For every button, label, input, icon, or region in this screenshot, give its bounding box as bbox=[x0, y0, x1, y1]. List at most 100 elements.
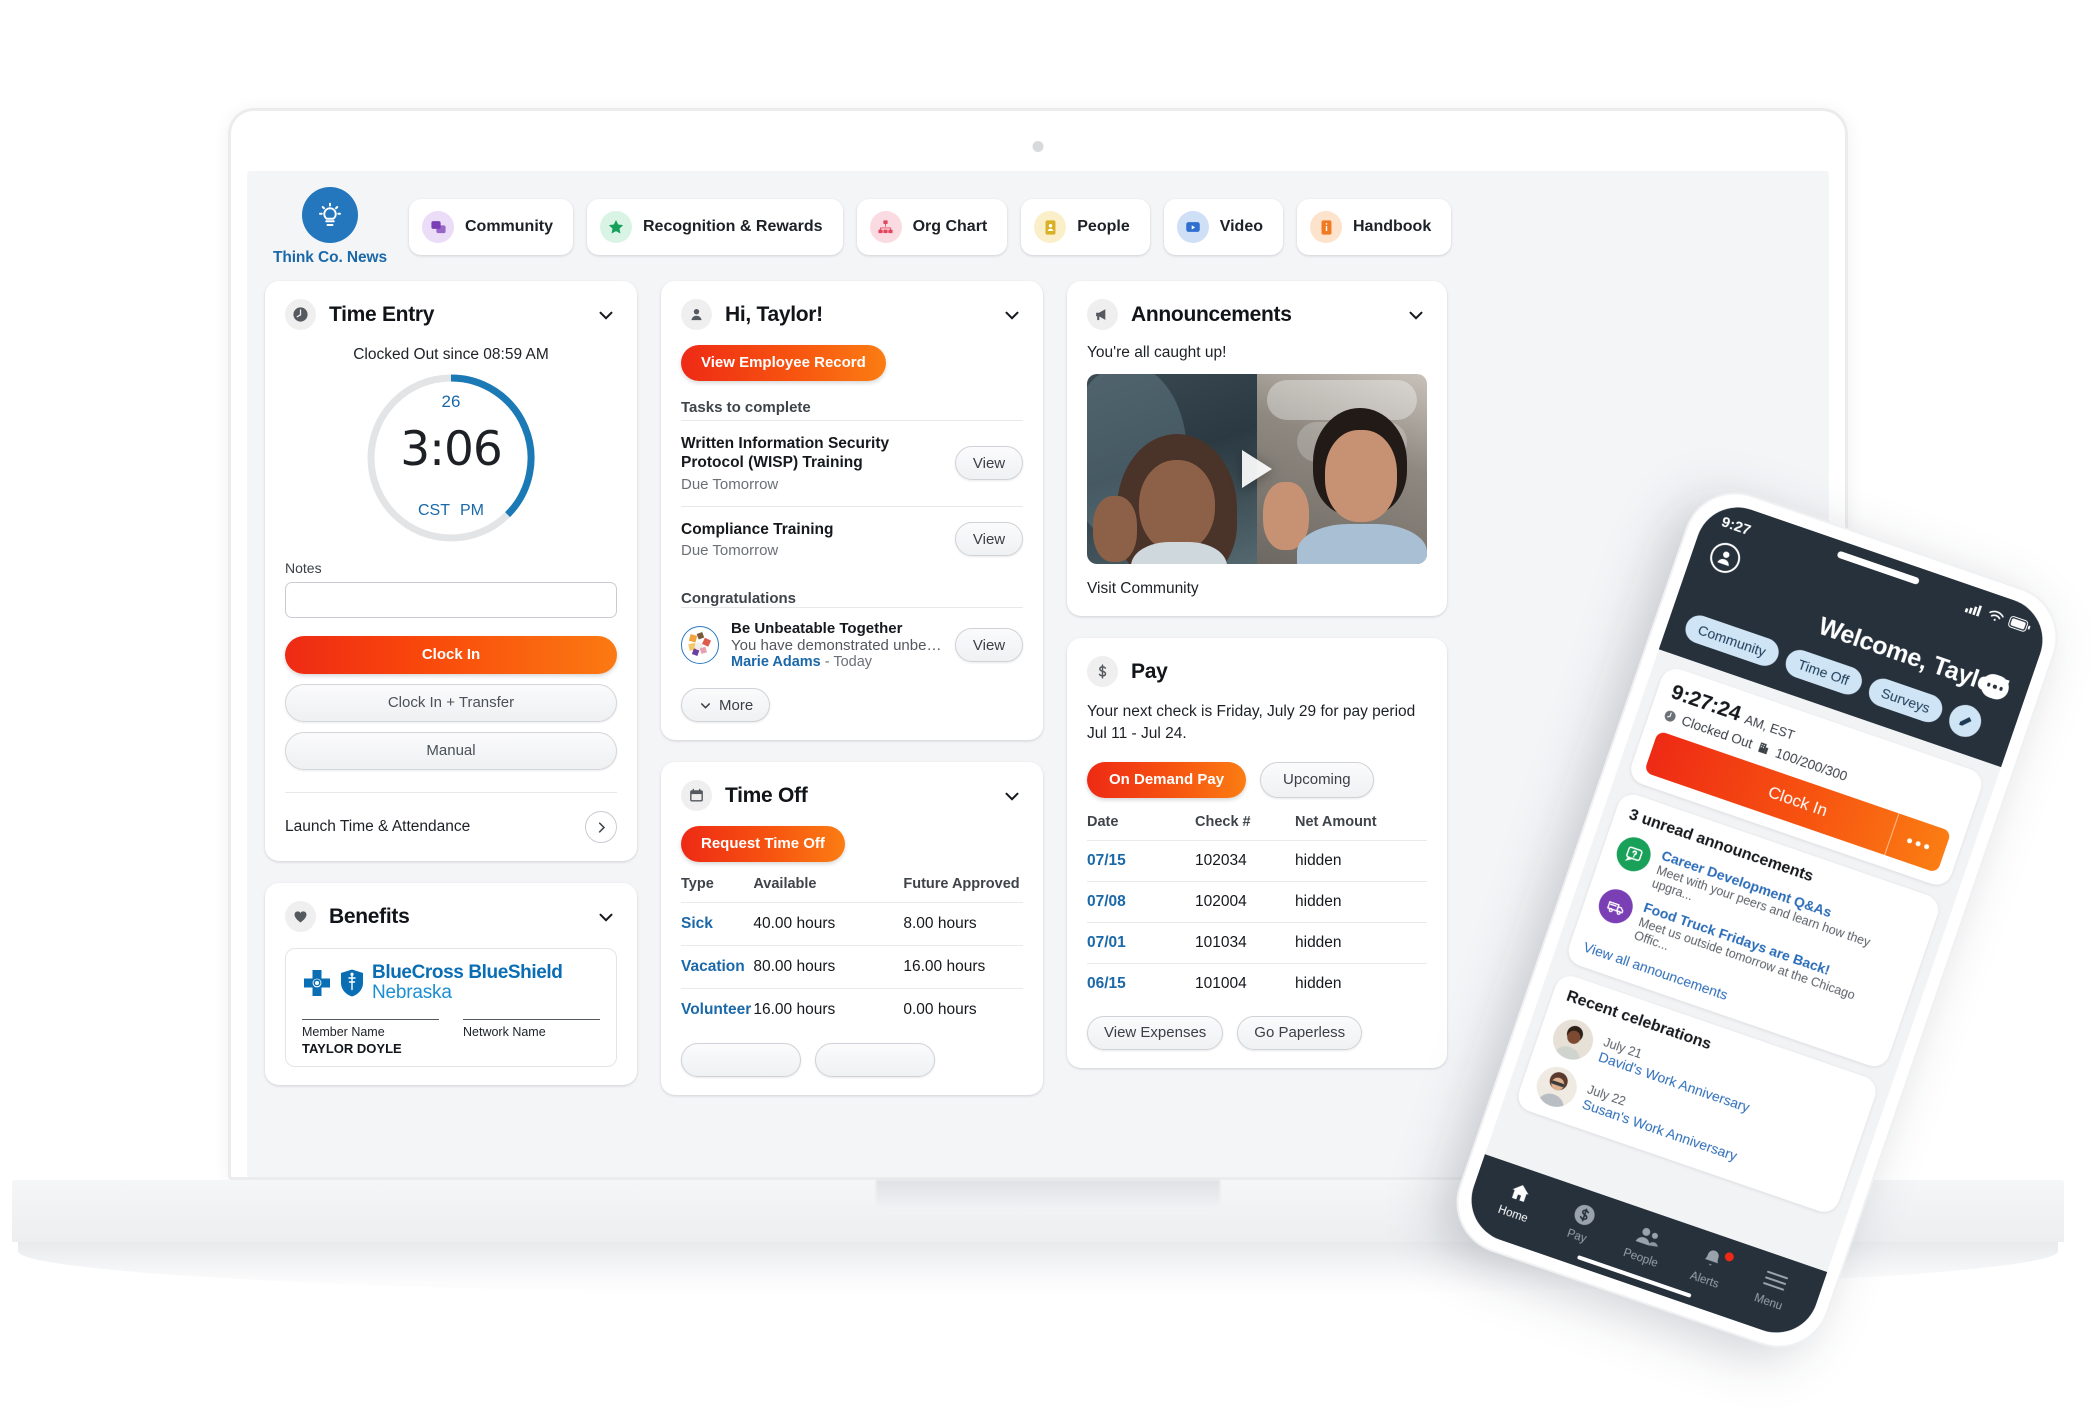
hamburger-icon bbox=[1741, 1258, 1810, 1303]
question-chat-icon bbox=[1612, 832, 1656, 876]
pencil-icon[interactable] bbox=[1945, 700, 1986, 742]
more-button[interactable]: More bbox=[681, 688, 771, 723]
launch-time-attendance-row[interactable]: Launch Time & Attendance bbox=[285, 811, 617, 843]
member-name-field: Member Name TAYLOR DOYLE bbox=[302, 1018, 439, 1056]
congrat-author[interactable]: Marie Adams bbox=[731, 654, 821, 670]
table-row: 07/01 101034 hidden bbox=[1087, 921, 1427, 964]
calendar-icon bbox=[681, 780, 712, 812]
time-off-type[interactable]: Volunteer bbox=[681, 988, 754, 1032]
play-icon[interactable] bbox=[1242, 450, 1272, 488]
brand-logo[interactable]: Think Co. News bbox=[265, 185, 395, 267]
time-off-actions bbox=[681, 1043, 1023, 1078]
megaphone-icon bbox=[1087, 299, 1118, 330]
column-header-available: Available bbox=[753, 876, 817, 893]
avatar bbox=[1547, 1014, 1599, 1066]
status-time: 9:27 bbox=[1719, 513, 1754, 540]
task-due: Due Tomorrow bbox=[681, 475, 779, 493]
video-play-icon bbox=[1176, 211, 1209, 243]
pay-date[interactable]: 07/08 bbox=[1087, 880, 1195, 923]
clock-icon bbox=[285, 299, 316, 330]
network-name-label: Network Name bbox=[463, 1024, 546, 1039]
column-header-future-approved: Future Approved bbox=[903, 876, 1020, 893]
time-off-action-button[interactable] bbox=[681, 1043, 801, 1078]
video-tile-right bbox=[1257, 374, 1427, 564]
chevron-down-icon[interactable] bbox=[595, 304, 617, 326]
member-name-label: Member Name bbox=[302, 1024, 385, 1039]
pay-check: 101004 bbox=[1195, 962, 1295, 1004]
phone-avatar[interactable] bbox=[1706, 538, 1745, 577]
clock-dial: 26 3:06 CST PM bbox=[285, 370, 617, 546]
phone-tab-home[interactable]: Home bbox=[1480, 1170, 1555, 1232]
announcements-title: Announcements bbox=[1131, 302, 1292, 326]
nav-pill-label: Org Chart bbox=[912, 218, 988, 235]
go-paperless-button[interactable]: Go Paperless bbox=[1237, 1015, 1363, 1050]
nav-pill-label: Video bbox=[1219, 218, 1263, 235]
top-navigation: Think Co. News Community Recognition & R… bbox=[247, 171, 1829, 267]
congrat-title: Be Unbeatable Together bbox=[731, 620, 903, 638]
clock-in-transfer-button[interactable]: Clock In + Transfer bbox=[285, 684, 617, 722]
congrat-view-button[interactable]: View bbox=[955, 628, 1023, 663]
chevron-down-icon[interactable] bbox=[1001, 785, 1023, 807]
view-employee-record-button[interactable]: View Employee Record bbox=[681, 345, 886, 381]
chevron-right-icon[interactable] bbox=[585, 811, 617, 843]
task-view-button[interactable]: View bbox=[955, 522, 1023, 557]
carrier-line-2: Nebraska bbox=[372, 981, 452, 1003]
task-view-button[interactable]: View bbox=[955, 446, 1023, 481]
phone-tab-pay[interactable]: Pay bbox=[1544, 1192, 1619, 1254]
time-off-type[interactable]: Sick bbox=[681, 902, 754, 946]
pay-date[interactable]: 06/15 bbox=[1087, 962, 1195, 1004]
pay-header: Pay bbox=[1087, 656, 1427, 687]
nav-pill-people[interactable]: People bbox=[1021, 199, 1150, 255]
manual-button[interactable]: Manual bbox=[285, 732, 617, 770]
announcement-video-thumbnail[interactable] bbox=[1087, 374, 1427, 564]
pay-date[interactable]: 07/15 bbox=[1087, 839, 1195, 882]
chevron-down-icon[interactable] bbox=[1405, 304, 1427, 326]
greeting-card: Hi, Taylor! View Employee Record Tasks t… bbox=[661, 281, 1043, 741]
clock-in-button[interactable]: Clock In bbox=[285, 636, 617, 674]
pay-check: 102034 bbox=[1195, 839, 1295, 882]
pay-net: hidden bbox=[1295, 962, 1427, 1004]
upcoming-button[interactable]: Upcoming bbox=[1260, 761, 1374, 798]
insurance-logo: BlueCross BlueShield Nebraska bbox=[302, 963, 600, 1003]
task-due: Due Tomorrow bbox=[681, 542, 779, 560]
time-off-action-button[interactable] bbox=[815, 1043, 935, 1078]
view-expenses-button[interactable]: View Expenses bbox=[1087, 1015, 1224, 1050]
nav-pill-org-chart[interactable]: Org Chart bbox=[856, 199, 1008, 255]
time-off-type[interactable]: Vacation bbox=[681, 945, 754, 989]
more-dots-icon[interactable] bbox=[1884, 813, 1952, 874]
announcements-header: Announcements bbox=[1087, 299, 1427, 330]
on-demand-pay-button[interactable]: On Demand Pay bbox=[1087, 761, 1247, 798]
phone-tab-people[interactable]: People bbox=[1608, 1214, 1683, 1276]
dial-meridiem: PM bbox=[460, 502, 484, 519]
benefits-title: Benefits bbox=[329, 904, 410, 928]
congrat-desc: You have demonstrated unbeatable... bbox=[731, 637, 943, 655]
notes-input[interactable] bbox=[285, 582, 617, 618]
chevron-down-icon[interactable] bbox=[595, 906, 617, 928]
visit-community-link[interactable]: Visit Community bbox=[1087, 580, 1427, 598]
pay-date[interactable]: 07/01 bbox=[1087, 921, 1195, 964]
greeting-title: Hi, Taylor! bbox=[725, 302, 823, 326]
time-off-table: Type Available Future Approved Sick 40.0… bbox=[681, 876, 1023, 1032]
column-right: Announcements You're all caught up! Visi… bbox=[1067, 281, 1447, 1068]
avatar bbox=[1531, 1061, 1583, 1113]
blue-cross-icon bbox=[304, 969, 330, 996]
pay-history-table: Date Check # Net Amount 07/15 102034 hid… bbox=[1087, 814, 1427, 1004]
nav-pill-recognition-rewards[interactable]: Recognition & Rewards bbox=[587, 199, 843, 255]
nav-pill-handbook[interactable]: Handbook bbox=[1297, 199, 1452, 255]
request-time-off-button[interactable]: Request Time Off bbox=[681, 826, 845, 863]
congrat-meta: Marie Adams - Today bbox=[731, 654, 943, 670]
phone-pill-surveys[interactable]: Surveys bbox=[1864, 674, 1947, 727]
phone-tab-alerts[interactable]: Alerts bbox=[1671, 1236, 1746, 1298]
clock-icon bbox=[1664, 710, 1676, 722]
nav-pill-video[interactable]: Video bbox=[1163, 199, 1283, 255]
dollar-icon bbox=[1087, 656, 1118, 687]
column-header-date: Date bbox=[1087, 813, 1119, 830]
phone-pill-time-off[interactable]: Time Off bbox=[1781, 646, 1866, 699]
id-card-icon bbox=[1034, 211, 1067, 243]
nav-pill-community[interactable]: Community bbox=[409, 199, 573, 255]
time-off-future: 16.00 hours bbox=[903, 945, 1023, 989]
phone-tab-menu[interactable]: Menu bbox=[1735, 1258, 1810, 1320]
chevron-down-icon[interactable] bbox=[1001, 304, 1023, 326]
bell-icon bbox=[1677, 1236, 1746, 1281]
pay-check: 102004 bbox=[1195, 880, 1295, 923]
